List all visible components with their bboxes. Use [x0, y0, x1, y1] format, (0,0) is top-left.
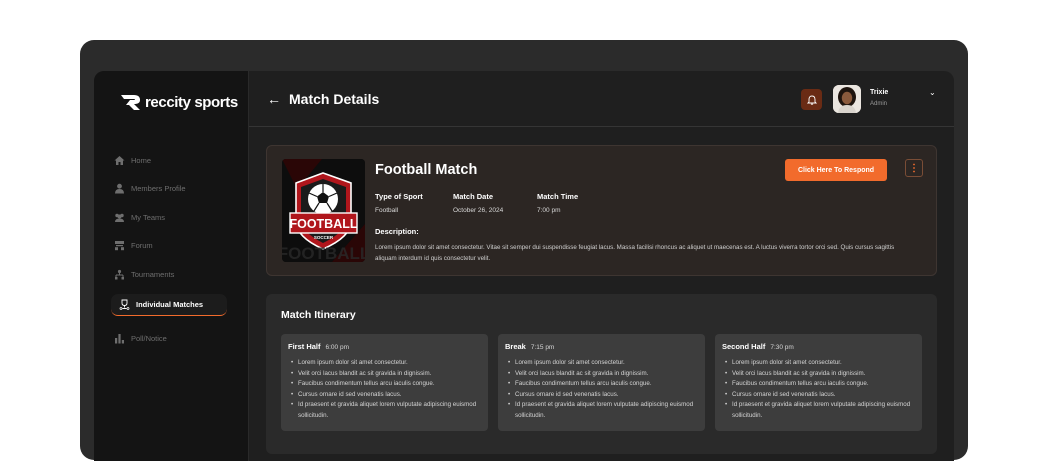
phase-list: Lorem ipsum dolor sit amet consectetur. …	[722, 358, 915, 421]
home-icon	[114, 155, 125, 166]
thumbnail-subtext: SOCCER	[314, 235, 334, 240]
trophy-icon	[119, 299, 130, 310]
forum-icon	[114, 240, 125, 251]
date-label: Match Date	[453, 192, 494, 201]
sidebar-nav: Home Members Profile My Teams Forum Tour…	[111, 151, 234, 359]
match-title: Football Match	[375, 162, 478, 178]
sidebar-item-tournaments[interactable]: Tournaments	[114, 265, 234, 283]
brand-logo[interactable]: reccity sports	[120, 93, 238, 111]
phase-card-first-half: First Half 6:00 pm Lorem ipsum dolor sit…	[281, 334, 488, 431]
football-badge-image: FOOTBALL SOCCER FOOTBALL	[282, 159, 365, 262]
itinerary-title: Match Itinerary	[281, 309, 356, 321]
top-bar: ← Match Details Trixie Admin ⌄	[249, 71, 954, 127]
phase-time: 7:15 pm	[530, 344, 555, 351]
back-arrow-icon[interactable]: ←	[267, 91, 281, 107]
user-role: Admin	[870, 101, 888, 107]
description-text: Lorem ipsum dolor sit amet consectetur. …	[375, 244, 895, 262]
time-label: Match Time	[537, 192, 579, 201]
phase-name: Break	[505, 342, 526, 351]
list-item: Faucibus condimentum tellus arcu iaculis…	[722, 379, 915, 390]
user-avatar-icon	[833, 85, 861, 113]
list-item: Id praesent et gravida aliquet lorem vul…	[505, 400, 698, 421]
list-item: Cursus ornare id sed venenatis lacus.	[722, 390, 915, 401]
sidebar-item-members-profile[interactable]: Members Profile	[114, 180, 234, 198]
list-item: Cursus ornare id sed venenatis lacus.	[288, 390, 481, 401]
sidebar-item-label: Poll/Notice	[131, 334, 167, 344]
sidebar-item-my-teams[interactable]: My Teams	[114, 208, 234, 226]
kebab-menu-icon	[913, 163, 915, 173]
sidebar-item-label: Members Profile	[131, 184, 186, 194]
sidebar-item-label: Home	[131, 155, 152, 165]
chevron-down-icon[interactable]: ⌄	[929, 88, 936, 97]
thumbnail-bg-text: FOOTBALL	[282, 244, 365, 262]
list-item: Velit orci lacus blandit ac sit gravida …	[722, 369, 915, 380]
bell-icon	[806, 95, 817, 105]
sidebar-item-label: My Teams	[131, 212, 166, 222]
phase-card-break: Break 7:15 pm Lorem ipsum dolor sit amet…	[498, 334, 705, 431]
phase-time: 7:30 pm	[770, 344, 794, 351]
phase-list: Lorem ipsum dolor sit amet consectetur. …	[505, 358, 698, 421]
phase-list: Lorem ipsum dolor sit amet consectetur. …	[288, 358, 481, 421]
time-value: 7:00 pm	[537, 207, 561, 214]
list-item: Lorem ipsum dolor sit amet consectetur.	[722, 358, 915, 369]
chart-icon	[114, 333, 125, 344]
main-content: ← Match Details Trixie Admin ⌄ FOOTBALL …	[249, 71, 954, 461]
description-label: Description:	[375, 227, 419, 236]
list-item: Lorem ipsum dolor sit amet consectetur.	[288, 358, 481, 369]
sidebar-item-home[interactable]: Home	[114, 151, 234, 169]
phase-card-second-half: Second Half 7:30 pm Lorem ipsum dolor si…	[715, 334, 922, 431]
more-options-button[interactable]	[905, 159, 923, 177]
team-icon	[114, 212, 125, 223]
phase-name: First Half	[288, 342, 321, 351]
sidebar-item-label: Forum	[131, 241, 153, 251]
date-value: October 26, 2024	[453, 207, 504, 214]
list-item: Id praesent et gravida aliquet lorem vul…	[288, 400, 481, 421]
match-itinerary-card: Match Itinerary First Half 6:00 pm Lorem…	[266, 294, 937, 454]
match-thumbnail: FOOTBALL SOCCER FOOTBALL	[282, 159, 365, 262]
sidebar: reccity sports Home Members Profile My T…	[94, 71, 249, 461]
sidebar-item-individual-matches[interactable]: Individual Matches	[111, 293, 227, 316]
user-name: Trixie	[870, 89, 889, 96]
match-info-card: FOOTBALL SOCCER FOOTBALL Football Match …	[266, 145, 937, 276]
sidebar-item-poll-notice[interactable]: Poll/Notice	[114, 330, 234, 348]
page-title: Match Details	[289, 90, 380, 107]
list-item: Velit orci lacus blandit ac sit gravida …	[505, 369, 698, 380]
sidebar-item-label: Individual Matches	[136, 299, 204, 309]
respond-button[interactable]: Click Here To Respond	[785, 159, 887, 181]
user-icon	[114, 183, 125, 194]
sport-label: Type of Sport	[375, 192, 423, 201]
sidebar-item-label: Tournaments	[131, 269, 175, 279]
list-item: Lorem ipsum dolor sit amet consectetur.	[505, 358, 698, 369]
brand-name: reccity sports	[145, 93, 238, 111]
list-item: Velit orci lacus blandit ac sit gravida …	[288, 369, 481, 380]
notification-button[interactable]	[801, 89, 822, 110]
list-item: Id praesent et gravida aliquet lorem vul…	[722, 400, 915, 421]
phase-time: 6:00 pm	[325, 344, 350, 351]
phase-name: Second Half	[722, 342, 766, 351]
list-item: Faucibus condimentum tellus arcu iaculis…	[505, 379, 698, 390]
avatar[interactable]	[833, 85, 861, 113]
app-window: reccity sports Home Members Profile My T…	[94, 71, 954, 461]
sidebar-item-forum[interactable]: Forum	[114, 237, 234, 255]
list-item: Cursus ornare id sed venenatis lacus.	[505, 390, 698, 401]
thumbnail-text: FOOTBALL	[289, 217, 357, 231]
sport-value: Football	[375, 207, 399, 214]
tournament-icon	[114, 269, 125, 280]
list-item: Faucibus condimentum tellus arcu iaculis…	[288, 379, 481, 390]
brand-mark-icon	[121, 95, 140, 110]
